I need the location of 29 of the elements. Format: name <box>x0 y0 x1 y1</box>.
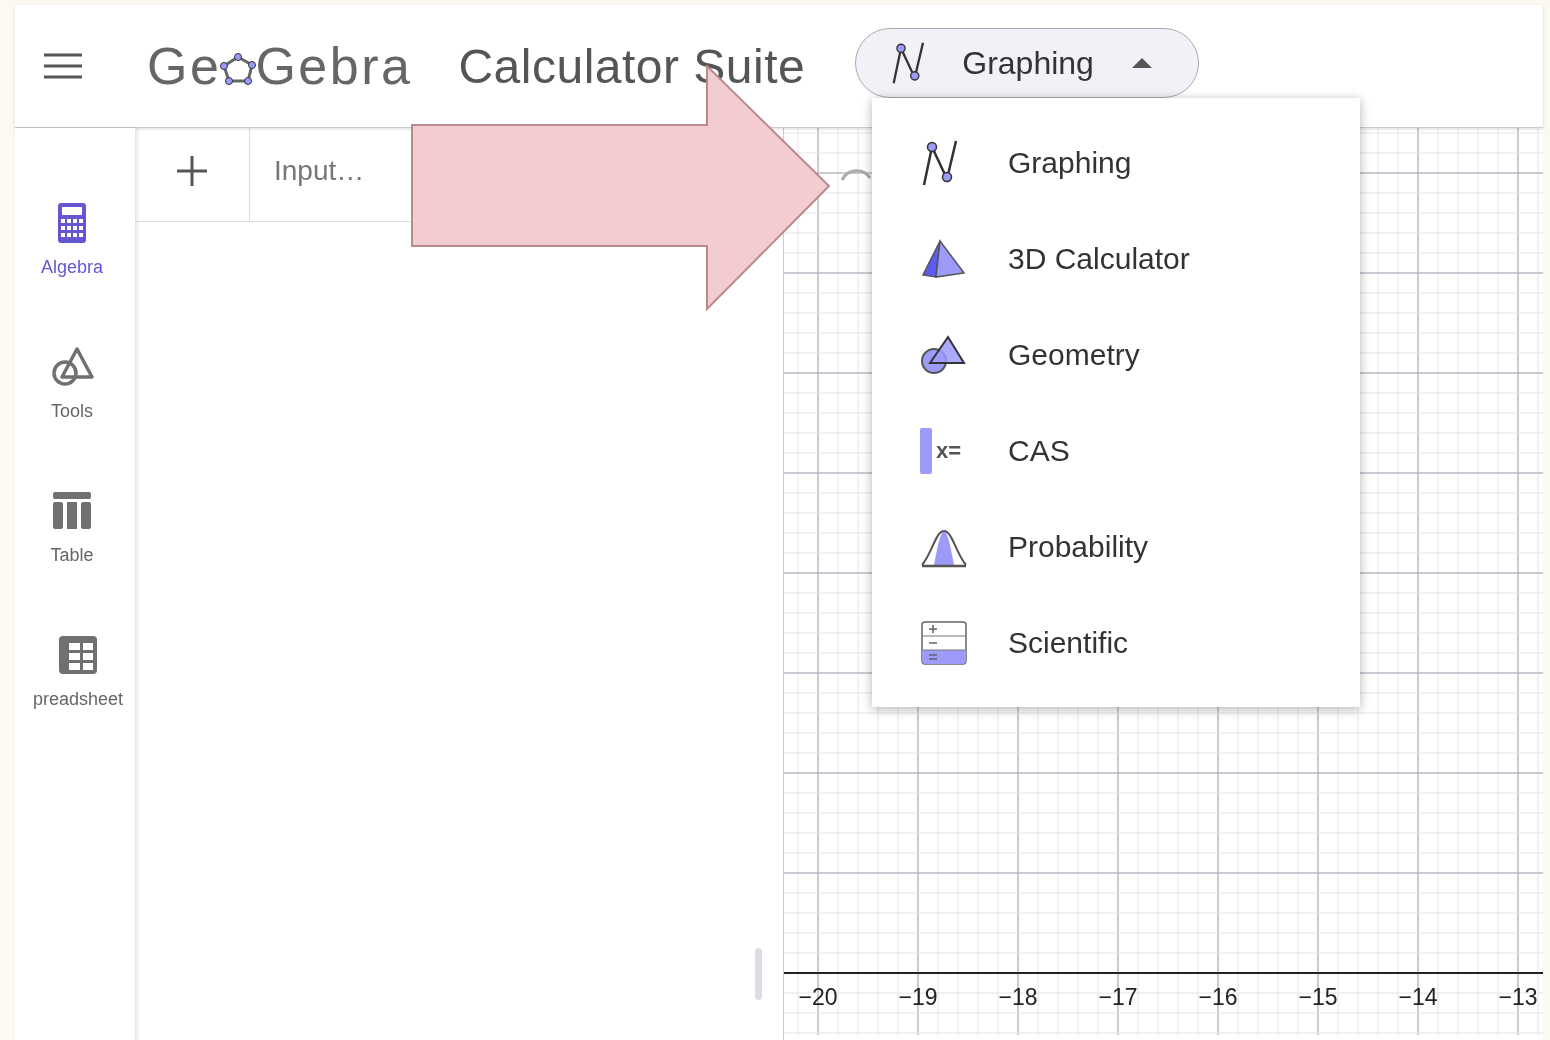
menu-item[interactable]: Probability <box>872 499 1360 595</box>
axis-tick-label: −15 <box>1298 984 1338 1010</box>
app-title: Calculator Suite <box>458 38 806 94</box>
axis-tick-label: −19 <box>898 984 938 1010</box>
menu-item[interactable]: Geometry <box>872 307 1360 403</box>
scroll-handle[interactable] <box>755 948 762 1000</box>
spreadsheet-icon <box>56 633 100 677</box>
undo-icon[interactable] <box>840 169 872 181</box>
axis-tick-label: −18 <box>998 984 1038 1010</box>
menu-item[interactable]: 3D Calculator <box>872 211 1360 307</box>
axis-tick-label: −20 <box>798 984 838 1010</box>
app-switcher-button[interactable]: Graphing <box>855 28 1200 98</box>
sidebar-tab[interactable]: Algebra <box>15 201 132 345</box>
menu-item[interactable]: x= CAS <box>872 403 1360 499</box>
plus-icon <box>177 155 207 186</box>
input-field[interactable]: Input… <box>272 153 406 188</box>
logo: Ge Gebra <box>147 36 413 96</box>
axis-tick-label: −14 <box>1398 984 1438 1010</box>
sidebar-tab[interactable]: Table <box>15 489 132 633</box>
sidebar-tab[interactable]: Tools <box>15 345 132 489</box>
axis-tick-label: −16 <box>1198 984 1238 1010</box>
menu-item[interactable]: Graphing <box>872 115 1360 211</box>
bar-icon <box>920 428 932 474</box>
axis-tick-label: −13 <box>1498 984 1538 1010</box>
shapes-icon <box>50 345 94 389</box>
calculator-icon <box>920 619 968 667</box>
axis-tick-label: −17 <box>1098 984 1138 1010</box>
menu-item[interactable]: Scientific <box>872 595 1360 691</box>
equation-icon: x= <box>936 438 962 464</box>
